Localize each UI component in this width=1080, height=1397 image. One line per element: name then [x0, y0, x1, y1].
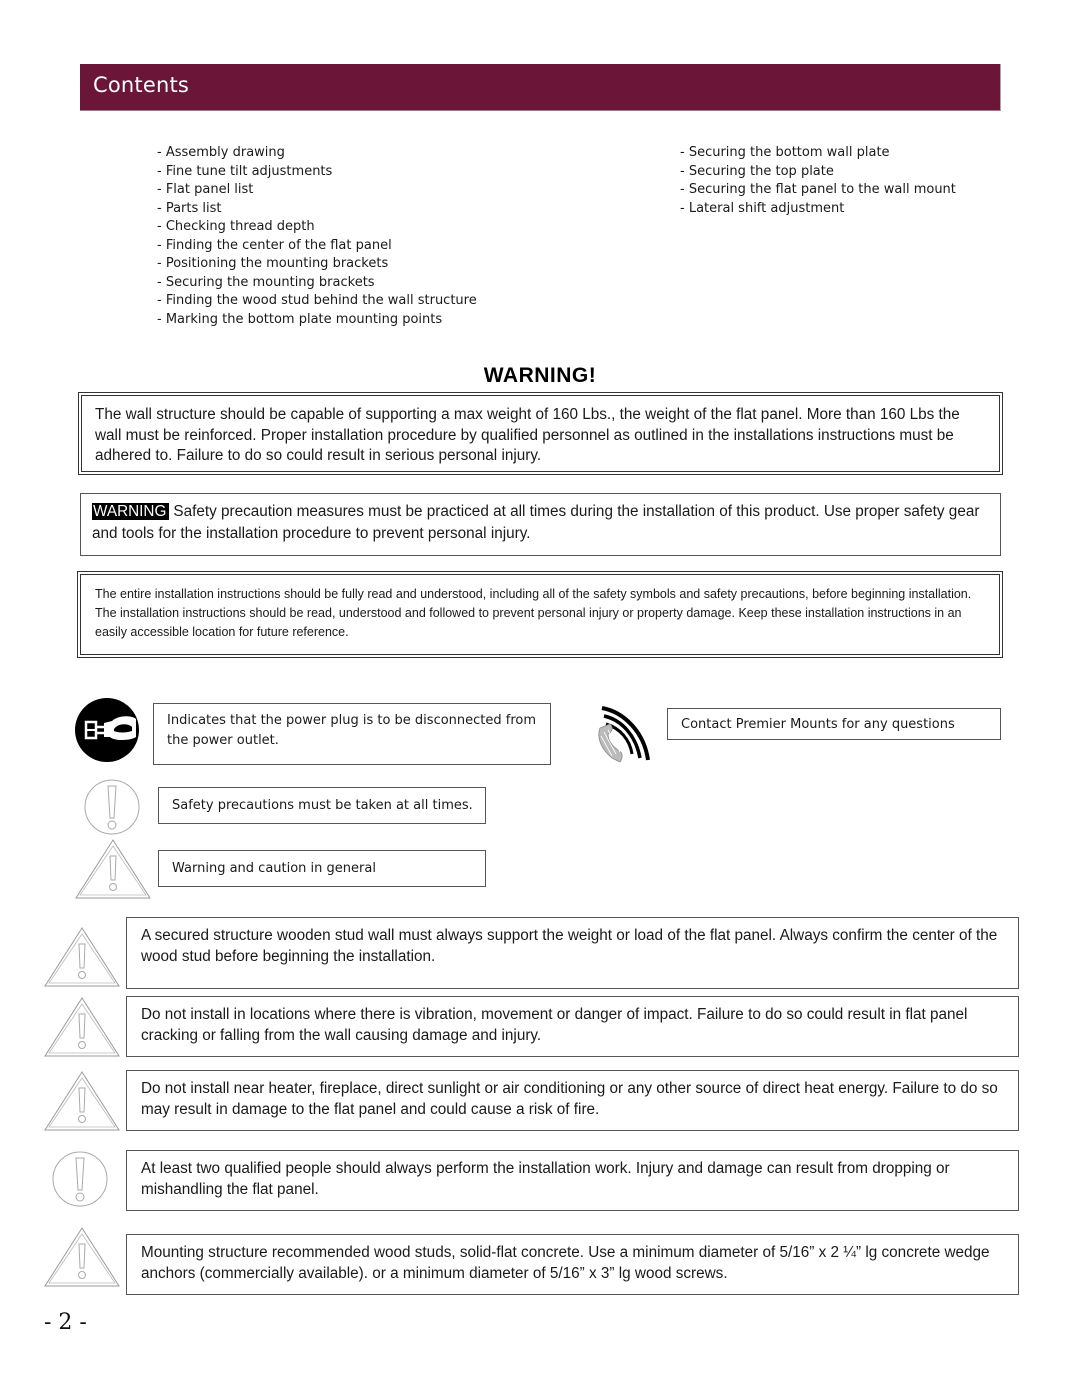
warning-triangle-icon [43, 926, 121, 988]
read-instructions-text: The entire installation instructions sho… [95, 587, 972, 639]
exclamation-circle-icon [84, 778, 140, 836]
toc-item: - Securing the flat panel to the wall mo… [680, 182, 956, 197]
toc-item: - Lateral shift adjustment [680, 200, 845, 216]
toc-item: - Marking the bottom plate mounting poin… [157, 311, 443, 327]
note-box: Do not install near heater, fireplace, d… [126, 1070, 1019, 1131]
toc-item: - Securing the mounting brackets [157, 274, 375, 290]
contents-header: Contents [80, 64, 1001, 111]
warning-triangle-icon [74, 838, 152, 900]
note-text: A secured structure wooden stud wall mus… [141, 927, 998, 965]
read-instructions-box: The entire installation instructions sho… [77, 571, 1003, 658]
note-text: Do not install near heater, fireplace, d… [141, 1080, 998, 1118]
toc-item: - Checking thread depth [157, 219, 315, 234]
warning-triangle-icon [43, 1070, 121, 1132]
note-box: Mounting structure recommended wood stud… [126, 1234, 1019, 1295]
precaution-legend-box: Safety precautions must be taken at all … [158, 787, 486, 824]
toc-item: - Finding the center of the flat panel [157, 237, 392, 253]
exclamation-circle-icon [52, 1150, 108, 1208]
page-number: - 2 - [44, 1310, 87, 1335]
toc-right-column: - Securing the bottom wall plate - Secur… [680, 144, 956, 218]
warning-tag: WARNING [92, 503, 170, 520]
warning-heading: WARNING! [483, 364, 597, 387]
toc-item: - Securing the top plate [680, 163, 834, 179]
phone-icon [594, 704, 654, 766]
toc-left-column: - Assembly drawing - Fine tune tilt adju… [157, 144, 477, 329]
weight-warning-box: The wall structure should be capable of … [78, 392, 1003, 475]
note-text: At least two qualified people should alw… [141, 1160, 950, 1198]
safety-warning-paragraph: WARNING Safety precaution measures must b… [92, 501, 990, 545]
weight-warning-text: The wall structure should be capable of … [95, 406, 960, 464]
unplug-icon [74, 697, 140, 763]
note-box: A secured structure wooden stud wall mus… [126, 917, 1019, 989]
note-text: Mounting structure recommended wood stud… [141, 1244, 990, 1282]
toc-item: - Parts list [157, 200, 222, 216]
unplug-legend-text: Indicates that the power plug is to be d… [167, 713, 537, 748]
toc-item: - Finding the wood stud behind the wall … [157, 293, 477, 308]
note-box: Do not install in locations where there … [126, 996, 1019, 1057]
toc-item: - Securing the bottom wall plate [680, 145, 890, 160]
warning-triangle-icon [43, 996, 121, 1058]
toc-item: - Flat panel list [157, 182, 254, 197]
toc-item: - Fine tune tilt adjustments [157, 163, 333, 179]
precaution-legend-text: Safety precautions must be taken at all … [172, 798, 473, 813]
unplug-legend-box: Indicates that the power plug is to be d… [153, 703, 551, 765]
contents-title: Contents [93, 73, 190, 97]
safety-warning-box: WARNING Safety precaution measures must b… [80, 493, 1001, 556]
warning-triangle-icon [43, 1226, 121, 1288]
note-text: Do not install in locations where there … [141, 1006, 968, 1044]
toc-item: - Assembly drawing [157, 145, 285, 160]
contact-legend-box: Contact Premier Mounts for any questions [667, 708, 1001, 740]
safety-warning-text: Safety precaution measures must be pract… [92, 503, 980, 542]
caution-legend-box: Warning and caution in general [158, 850, 486, 887]
contact-legend-text: Contact Premier Mounts for any questions [681, 717, 955, 732]
caution-legend-text: Warning and caution in general [172, 861, 376, 876]
toc-item: - Positioning the mounting brackets [157, 256, 389, 271]
note-box: At least two qualified people should alw… [126, 1150, 1019, 1211]
